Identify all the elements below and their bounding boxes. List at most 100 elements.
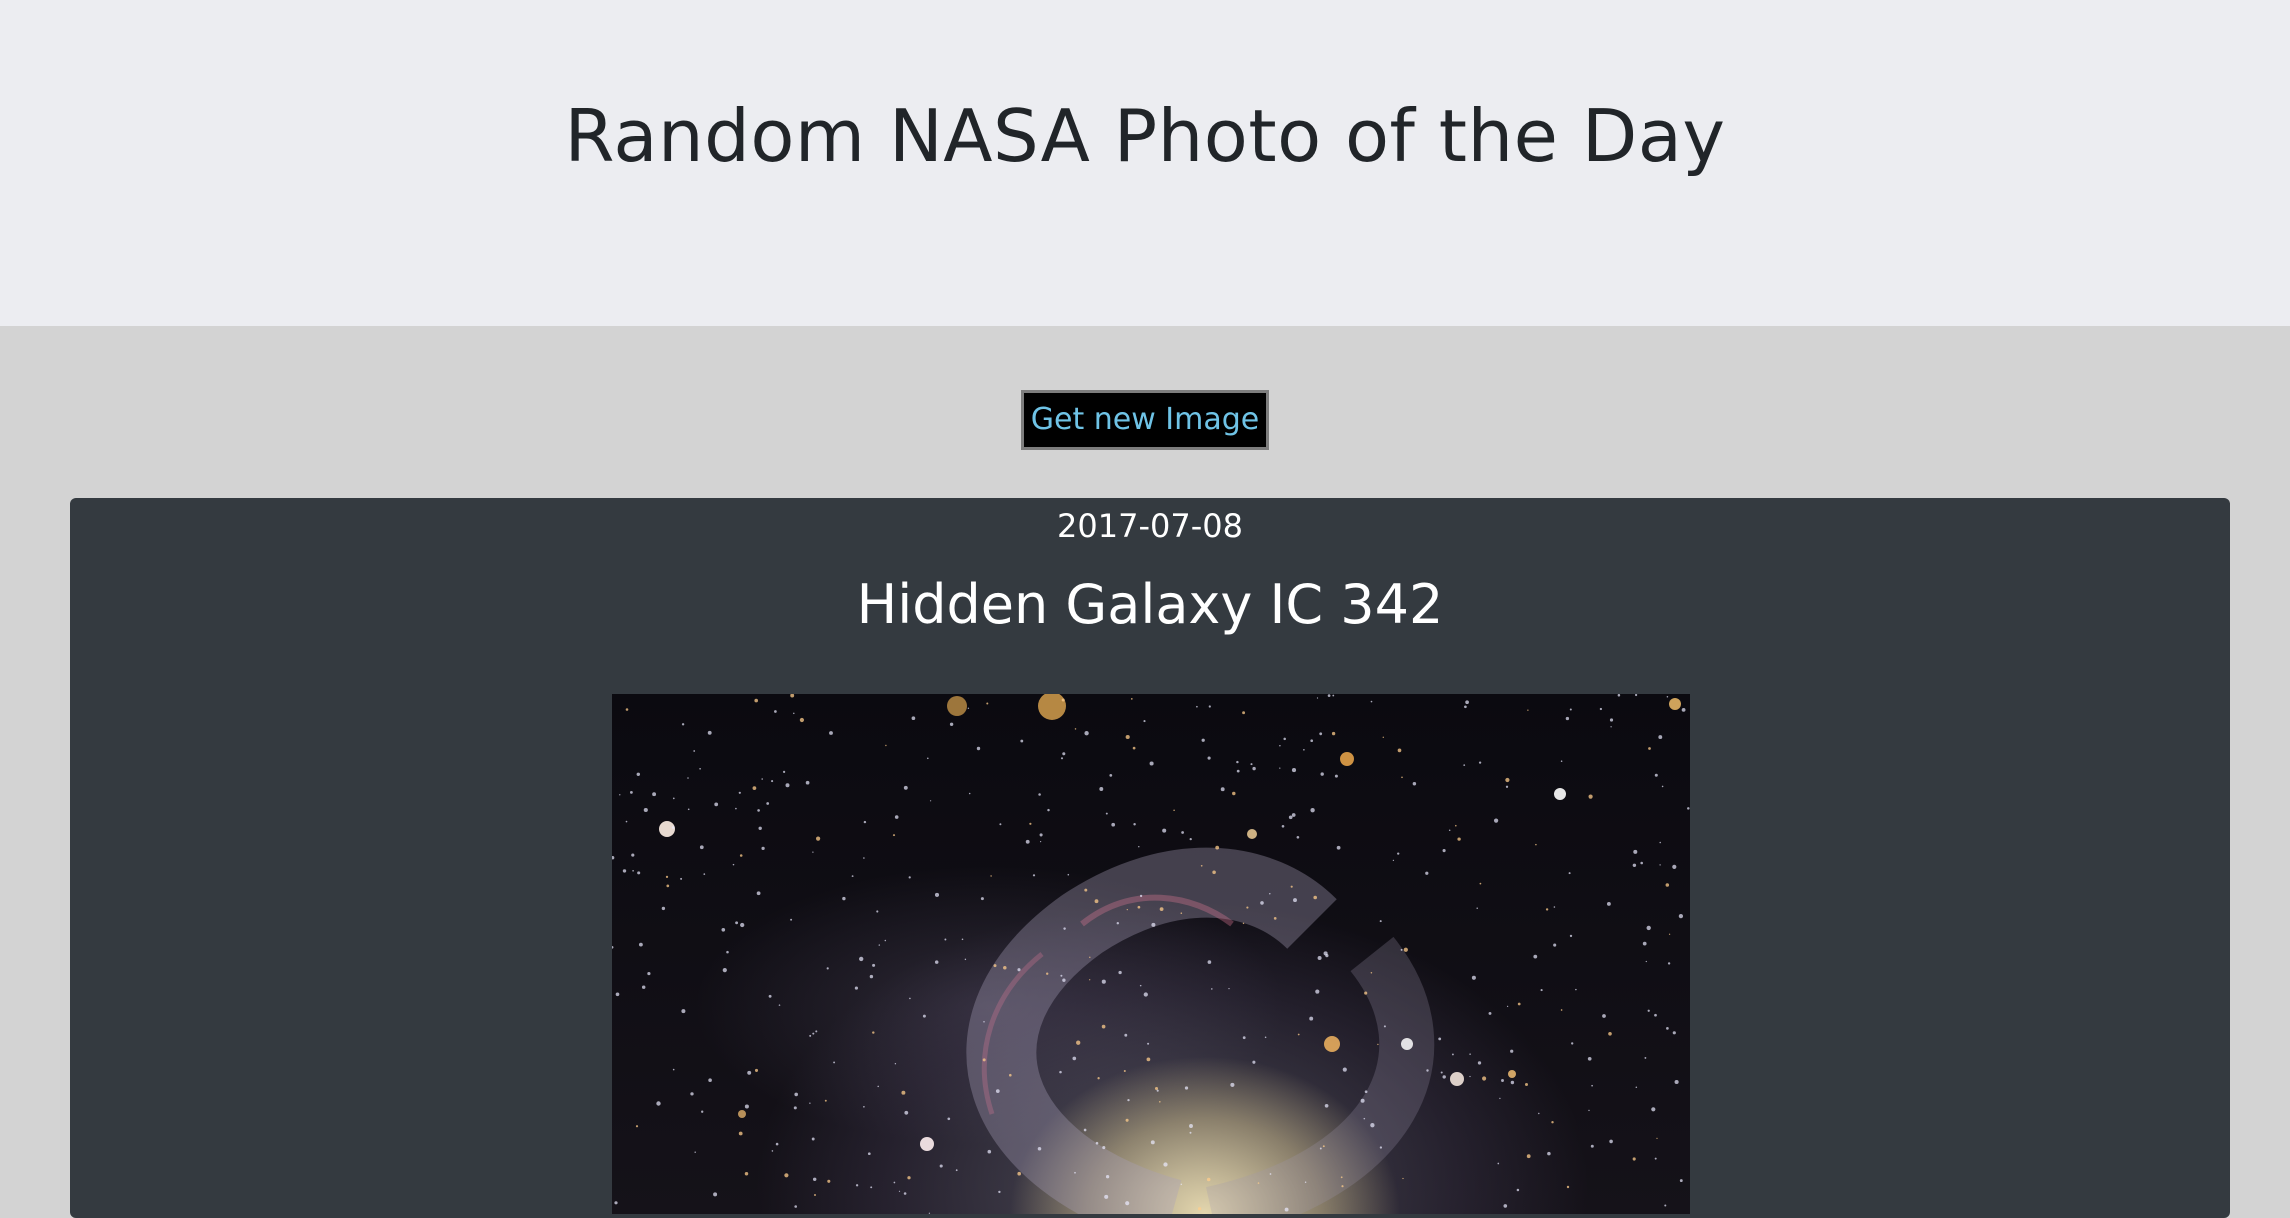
star-speck	[1310, 808, 1315, 813]
star-speck	[1477, 1061, 1482, 1065]
star-speck	[1674, 1079, 1679, 1085]
star-speck	[1046, 972, 1049, 975]
star-speck	[1309, 1016, 1314, 1021]
star-speck	[1442, 1075, 1446, 1079]
controls: Get new Image	[0, 390, 2290, 450]
star-speck	[1566, 1185, 1570, 1189]
star-speck	[1047, 808, 1050, 812]
star-speck	[631, 853, 635, 857]
star-speck	[1159, 1101, 1161, 1103]
star-speck	[699, 845, 704, 850]
star-speck	[1608, 1031, 1612, 1036]
star-speck	[1074, 728, 1077, 730]
star-speck	[708, 1078, 712, 1082]
star-speck	[1560, 760, 1563, 762]
star-speck	[1083, 1128, 1087, 1132]
star-speck	[1189, 837, 1192, 841]
star-speck	[1679, 1179, 1683, 1183]
star-speck	[1291, 768, 1297, 773]
star-speck	[1651, 1107, 1656, 1112]
star-speck	[1260, 901, 1264, 905]
star-speck	[947, 1117, 951, 1121]
star-speck	[738, 1131, 743, 1136]
star-speck	[1143, 720, 1146, 723]
star-speck	[732, 863, 735, 866]
star-speck	[1464, 705, 1467, 709]
star-speck	[854, 986, 858, 990]
star-speck	[1089, 979, 1091, 981]
star-speck	[699, 767, 701, 770]
star-speck	[1133, 823, 1136, 826]
star-speck	[761, 778, 763, 780]
star-speck	[1163, 1162, 1168, 1167]
star-speck	[1463, 764, 1466, 766]
star-speck	[652, 792, 657, 797]
star-speck	[1341, 1185, 1344, 1188]
star-speck	[1575, 988, 1577, 991]
star-speck	[1181, 831, 1184, 834]
star-speck	[1159, 907, 1164, 911]
star-speck	[1139, 894, 1143, 898]
star-speck	[1505, 777, 1510, 783]
star-speck	[790, 918, 793, 921]
star-speck	[855, 1184, 859, 1187]
star-speck	[998, 1190, 1001, 1194]
star-speck	[1232, 791, 1236, 796]
star-speck	[1363, 1117, 1366, 1120]
star-speck	[1283, 737, 1286, 741]
star-speck	[681, 1009, 686, 1014]
star-speck	[893, 1181, 896, 1184]
star-speck	[1569, 934, 1573, 938]
star-speck	[995, 1089, 1000, 1093]
star-speck	[756, 891, 761, 896]
star-speck	[968, 792, 971, 795]
star-speck	[1569, 708, 1572, 711]
star-speck	[1118, 970, 1122, 975]
star-speck	[1327, 694, 1331, 697]
star-speck	[1497, 1162, 1500, 1165]
star-speck	[990, 875, 992, 877]
star-speck	[1659, 864, 1661, 866]
star-speck	[1524, 1082, 1529, 1087]
star-speck	[907, 1176, 911, 1180]
star-speck	[934, 892, 940, 897]
star-speck	[1315, 989, 1320, 994]
star-speck	[1150, 1140, 1155, 1145]
star-speck	[809, 1102, 811, 1104]
star-speck	[1017, 968, 1021, 972]
star-speck	[1667, 962, 1671, 965]
star-speck	[909, 997, 911, 1000]
star-speck	[928, 1212, 931, 1214]
star-speck	[1654, 1013, 1657, 1017]
star-speck	[1320, 772, 1324, 776]
star-speck	[1094, 899, 1099, 904]
star-speck	[1288, 815, 1293, 820]
star-speck	[761, 846, 765, 851]
star-speck	[632, 869, 634, 872]
star-speck	[867, 1152, 871, 1156]
star-speck	[980, 897, 984, 901]
star-speck	[877, 1085, 879, 1088]
star-speck	[681, 723, 685, 726]
star-speck	[1401, 776, 1403, 779]
star-speck	[1284, 1207, 1289, 1212]
star-speck	[842, 896, 846, 901]
photo-card: 2017-07-08 Hidden Galaxy IC 342	[70, 498, 2230, 1218]
star-speck	[1293, 898, 1297, 903]
star-speck	[1535, 843, 1537, 846]
star-speck	[1123, 1069, 1126, 1073]
star-speck	[643, 807, 648, 813]
star-speck	[1426, 1069, 1429, 1072]
star-speck	[1264, 1036, 1267, 1039]
star-speck	[1342, 1067, 1347, 1072]
star-speck	[612, 945, 614, 949]
star-speck	[680, 877, 683, 880]
star-speck	[1551, 1120, 1554, 1124]
star-speck	[1678, 913, 1684, 919]
star-speck	[1009, 1073, 1012, 1077]
star-speck	[758, 826, 762, 830]
star-speck	[1029, 822, 1032, 825]
star-speck	[870, 1186, 873, 1189]
star-speck	[1397, 852, 1400, 855]
get-new-image-button[interactable]: Get new Image	[1021, 390, 1269, 450]
